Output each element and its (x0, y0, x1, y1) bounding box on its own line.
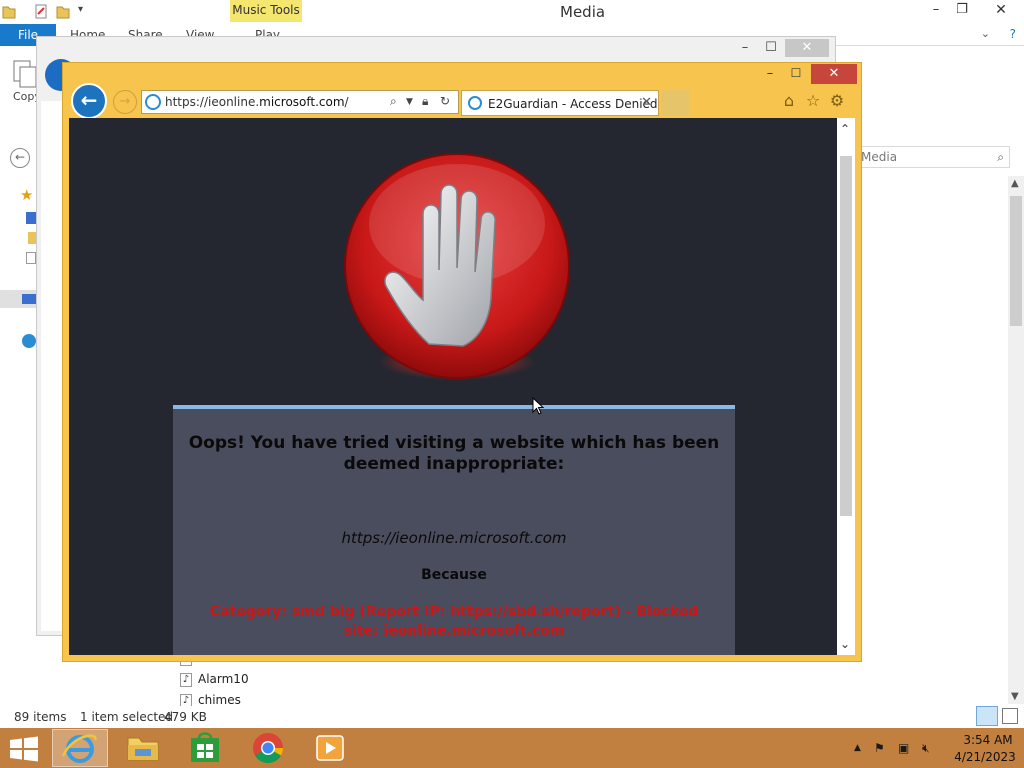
vertical-scrollbar[interactable]: ▲ ▼ (1008, 176, 1024, 704)
back-arrow-icon[interactable]: ← (10, 148, 30, 168)
file-explorer-icon[interactable] (115, 729, 171, 767)
details-view-button[interactable] (976, 706, 998, 726)
folder-icon[interactable] (28, 232, 36, 244)
ribbon-collapse-icon[interactable]: ⌄ (981, 27, 990, 40)
media-player-icon[interactable] (302, 729, 358, 767)
file-name: Alarm10 (198, 672, 249, 686)
selection-size: 479 KB (164, 710, 207, 724)
mouse-cursor-icon (532, 397, 544, 415)
because-label: Because (421, 567, 487, 583)
explorer-titlebar: ▾ Music Tools Media – ❐ ✕ (0, 0, 1024, 24)
action-center-flag-icon[interactable]: ⚑ (874, 741, 885, 755)
scrollbar-thumb[interactable] (840, 156, 852, 516)
lock-icon[interactable]: 🔒︎ (422, 94, 428, 109)
stop-hand-icon (344, 153, 570, 380)
volume-muted-icon[interactable]: 🔇︎ (922, 741, 930, 756)
ie-page-icon (468, 96, 482, 110)
windows-start-icon[interactable] (8, 736, 40, 762)
scroll-up-icon[interactable]: ▲ (1011, 178, 1019, 189)
search-input[interactable]: Media ⌕ (856, 146, 1010, 168)
back-arrow-icon[interactable]: ← (71, 83, 107, 119)
show-hidden-icons-icon[interactable]: ▲ (854, 743, 861, 753)
network-icon[interactable] (22, 334, 36, 348)
internet-explorer-icon[interactable] (52, 729, 108, 767)
music-file-icon: ♪ (180, 673, 192, 687)
address-url[interactable]: https://ieonline.microsoft.com/ (165, 95, 349, 109)
new-tab-button[interactable] (661, 90, 689, 116)
browser-window: – ☐ ✕ ← → https://ieonline.microsoft.com… (62, 62, 862, 662)
close-tab-icon[interactable]: ✕ (641, 95, 652, 110)
favorites-star-icon[interactable]: ★ (20, 186, 36, 204)
message-panel: Oops! You have tried visiting a website … (173, 405, 735, 655)
maximize-button[interactable]: ❐ (948, 0, 976, 22)
clock-time[interactable]: 3:54 AM (958, 733, 1018, 747)
address-dropdown-icon[interactable]: ▼ (406, 97, 413, 107)
computer-icon[interactable] (22, 294, 36, 304)
address-bar[interactable]: https://ieonline.microsoft.com/ ⌕ ▼ 🔒︎ ↻ (141, 90, 459, 114)
status-bar: 89 items 1 item selected 479 KB (0, 706, 1024, 728)
scroll-down-icon[interactable]: ⌄ (840, 637, 850, 651)
blocked-url: https://ieonline.microsoft.com (341, 529, 567, 547)
file-name: chimes (198, 693, 241, 707)
chrome-icon[interactable] (240, 729, 296, 767)
scroll-down-icon[interactable]: ▼ (1011, 691, 1019, 702)
taskbar: ▲ ⚑ ▣ 🔇︎ 3:54 AM 4/21/2023 (0, 728, 1024, 768)
item-count: 89 items (14, 710, 67, 724)
block-reason: Category: smd big (Report IP: https://sb… (209, 604, 699, 639)
home-icon[interactable]: ⌂ (779, 91, 799, 111)
clock-date[interactable]: 4/21/2023 (952, 750, 1018, 764)
selection-count: 1 item selected (80, 710, 174, 724)
properties-icon[interactable] (34, 4, 48, 19)
desktop-icon[interactable] (26, 212, 36, 224)
window-title: Media (560, 3, 606, 21)
store-icon[interactable] (177, 729, 233, 767)
scrollbar-thumb[interactable] (1010, 196, 1022, 326)
favorites-star-icon[interactable]: ☆ (803, 91, 823, 111)
forward-arrow-icon[interactable]: → (113, 90, 137, 114)
large-icons-view-button[interactable] (1002, 708, 1018, 724)
close-button[interactable]: ✕ (785, 39, 829, 57)
minimize-button[interactable]: – (731, 38, 759, 60)
system-tray: ▲ ⚑ ▣ 🔇︎ 3:54 AM 4/21/2023 (848, 728, 1024, 768)
ie-page-icon (145, 94, 161, 110)
search-placeholder: Media (861, 150, 898, 164)
search-icon[interactable]: ⌕ (390, 94, 397, 109)
close-button[interactable]: ✕ (811, 64, 857, 84)
minimize-button[interactable]: – (759, 65, 781, 83)
help-icon[interactable]: ? (1010, 27, 1016, 41)
new-folder-icon[interactable] (56, 4, 70, 19)
maximize-button[interactable]: ☐ (785, 65, 807, 83)
minimize-button[interactable]: – (922, 0, 950, 22)
blocked-page: Oops! You have tried visiting a website … (69, 118, 837, 655)
close-button[interactable]: ✕ (978, 0, 1024, 22)
block-heading: Oops! You have tried visiting a website … (188, 433, 720, 474)
maximize-button[interactable]: ☐ (757, 38, 785, 60)
qat-dropdown-icon[interactable]: ▾ (78, 4, 83, 15)
scroll-up-icon[interactable]: ⌃ (840, 122, 850, 136)
search-icon[interactable]: ⌕ (997, 150, 1004, 165)
folder-icon[interactable] (2, 4, 16, 19)
refresh-icon[interactable]: ↻ (440, 94, 450, 108)
library-icon[interactable] (26, 252, 36, 264)
tools-gear-icon[interactable]: ⚙ (827, 91, 847, 111)
music-tools-contextual-tab[interactable]: Music Tools (230, 0, 302, 22)
list-item[interactable]: ♪ Alarm10 (178, 671, 378, 691)
tab-e2guardian-access-denied[interactable]: E2Guardian - Access Denied ✕ (461, 90, 659, 116)
tab-title: E2Guardian - Access Denied (488, 97, 658, 111)
vertical-scrollbar[interactable]: ⌃ ⌄ (837, 118, 855, 655)
network-icon[interactable]: ▣ (898, 741, 909, 755)
